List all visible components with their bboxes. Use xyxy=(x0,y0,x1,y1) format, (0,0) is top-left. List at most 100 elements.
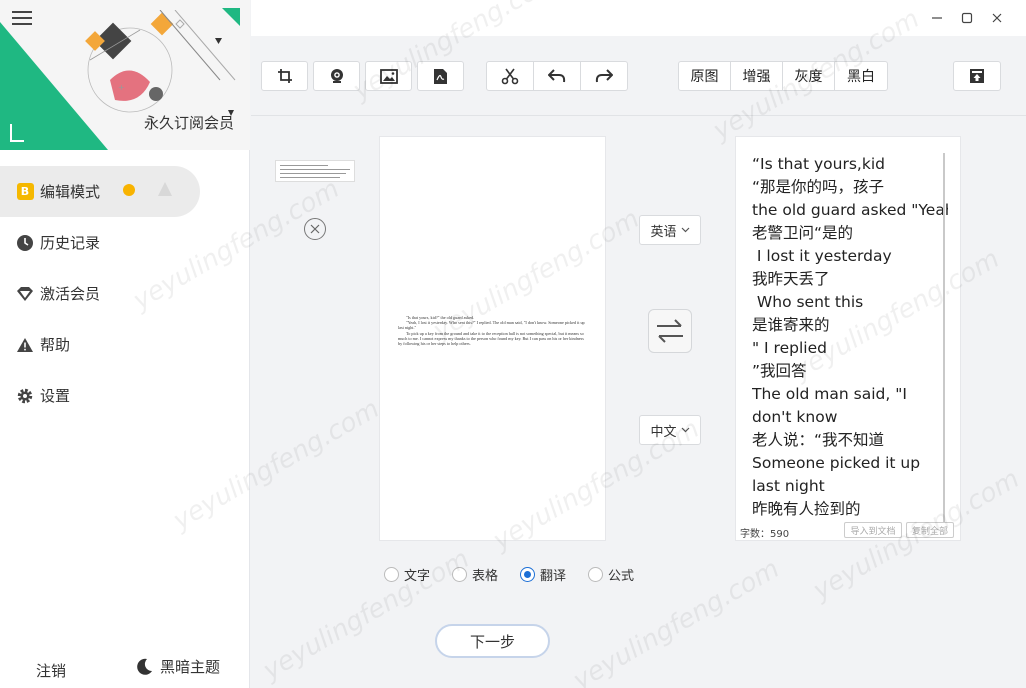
undo-button[interactable] xyxy=(533,61,581,91)
result-line: “那是你的吗，孩子 xyxy=(752,178,885,196)
import-to-document-button[interactable]: 导入到文档 xyxy=(844,522,902,538)
logout-button[interactable]: 注销 xyxy=(36,660,66,681)
mode-label: 公式 xyxy=(608,569,635,584)
result-line: 昨晚有人捡到的 xyxy=(752,500,861,518)
window-titlebar xyxy=(251,0,1026,36)
chevron-down-icon xyxy=(681,227,689,233)
close-window-icon[interactable] xyxy=(989,10,1005,26)
undo-icon xyxy=(548,69,566,83)
dark-theme-toggle[interactable]: 黑暗主题 xyxy=(134,656,220,677)
result-line: 老人说：“我不知道 xyxy=(752,431,885,449)
remove-page-icon[interactable] xyxy=(304,218,326,240)
minimize-icon[interactable] xyxy=(929,10,945,26)
clock-icon xyxy=(16,234,34,252)
copy-all-button[interactable]: 复制全部 xyxy=(906,522,954,538)
mode-radio-translate[interactable]: 翻译 xyxy=(520,565,566,584)
filter-grayscale-button[interactable]: 灰度 xyxy=(782,61,835,91)
mode-label: 表格 xyxy=(472,569,499,584)
result-line: Who sent this xyxy=(752,293,864,311)
mode-radio-formula[interactable]: 公式 xyxy=(588,565,634,584)
cut-button[interactable] xyxy=(486,61,534,91)
sidebar-item-settings[interactable]: 设置 xyxy=(0,370,250,421)
swap-languages-button[interactable] xyxy=(648,309,692,353)
target-language-select[interactable]: 中文 xyxy=(639,415,701,445)
result-line: 是谁寄来的 xyxy=(752,316,830,334)
redo-icon xyxy=(595,69,613,83)
result-line: The old man said, "I don't know xyxy=(752,385,907,426)
badge-letter: B xyxy=(16,183,34,200)
maximize-icon[interactable] xyxy=(959,10,975,26)
svg-text:+: + xyxy=(118,83,125,92)
result-line: I lost it yesterday xyxy=(752,247,892,265)
toolbar: 原图 增强 灰度 黑白 xyxy=(251,36,1026,116)
gear-icon xyxy=(16,387,34,405)
pdf-icon xyxy=(434,68,447,84)
filter-enhance-button[interactable]: 增强 xyxy=(730,61,783,91)
redo-button[interactable] xyxy=(580,61,628,91)
sidebar-item-activate-vip[interactable]: 激活会员 xyxy=(0,268,250,319)
sidebar-nav: B 编辑模式 历史记录 激活会员 帮助 设置 xyxy=(0,166,250,421)
result-line: “Is that yours,kid xyxy=(752,155,885,173)
radio-indicator xyxy=(588,567,604,582)
radio-indicator xyxy=(452,567,468,582)
translation-text[interactable]: “Is that yours,kid “那是你的吗，孩子 the old gua… xyxy=(752,153,948,521)
chevron-down-icon xyxy=(681,427,689,433)
cut-icon xyxy=(501,68,519,85)
result-line: the old guard asked "Yeah xyxy=(752,201,948,219)
menu-hamburger-icon[interactable] xyxy=(12,11,32,25)
radio-indicator-selected xyxy=(520,567,536,582)
filter-original-button[interactable]: 原图 xyxy=(678,61,731,91)
sidebar-item-history[interactable]: 历史记录 xyxy=(0,217,250,268)
mode-radio-text[interactable]: 文字 xyxy=(384,565,430,584)
document-text: "Is that yours, kid?" the old guard aske… xyxy=(398,315,588,346)
sidebar-item-label: 帮助 xyxy=(40,336,71,354)
thumb-line xyxy=(280,177,340,178)
filter-label: 黑白 xyxy=(847,69,875,85)
result-scrollbar[interactable] xyxy=(943,153,945,523)
crop-icon xyxy=(277,69,292,83)
dark-theme-label: 黑暗主题 xyxy=(160,658,221,676)
source-language-select[interactable]: 英语 xyxy=(639,215,701,245)
sidebar-header: + 永久订阅会员 xyxy=(0,0,250,150)
source-language-value: 英语 xyxy=(650,224,677,240)
mode-radio-table[interactable]: 表格 xyxy=(452,565,498,584)
sidebar-item-edit-mode[interactable]: B 编辑模式 xyxy=(0,166,200,217)
filter-label: 增强 xyxy=(742,69,771,85)
warning-triangle-icon xyxy=(16,336,34,354)
export-button[interactable] xyxy=(953,61,1001,91)
filter-label: 原图 xyxy=(690,69,719,85)
page-thumbnail[interactable] xyxy=(275,160,355,182)
char-count: 字数：590 xyxy=(740,529,790,540)
result-line: ”我回答 xyxy=(752,362,807,380)
thumb-line xyxy=(280,165,328,166)
result-line: 我昨天丢了 xyxy=(752,270,830,288)
result-line: " I replied xyxy=(752,339,827,357)
app-logo-icon xyxy=(10,124,24,142)
moon-icon xyxy=(137,658,152,675)
diamond-icon xyxy=(16,285,34,303)
vip-status-text: 永久订阅会员 xyxy=(144,114,235,132)
pdf-button[interactable] xyxy=(417,61,464,91)
camera-button[interactable] xyxy=(313,61,360,91)
document-preview: "Is that yours, kid?" the old guard aske… xyxy=(379,136,606,541)
doc-paragraph: "Yeah, I lost it yesterday. Who sent thi… xyxy=(398,320,585,331)
translation-result-panel: “Is that yours,kid “那是你的吗，孩子 the old gua… xyxy=(735,136,961,541)
target-language-value: 中文 xyxy=(650,424,677,440)
filter-label: 灰度 xyxy=(794,69,823,85)
sidebar-item-label: 编辑模式 xyxy=(40,183,101,201)
image-icon xyxy=(379,68,398,84)
result-line: Someone picked it up last night xyxy=(752,454,921,495)
sidebar: + 永久订阅会员 B 编辑模式 历史记录 激活会员 帮助 设置 注销 黑暗主题 xyxy=(0,0,250,688)
camera-icon xyxy=(330,69,343,83)
radio-indicator xyxy=(384,567,399,582)
mode-label: 文字 xyxy=(404,569,431,584)
image-button[interactable] xyxy=(365,61,412,91)
filter-bw-button[interactable]: 黑白 xyxy=(834,61,888,91)
result-line: 老警卫问“是的 xyxy=(752,224,854,242)
sidebar-item-label: 历史记录 xyxy=(40,234,101,252)
crop-button[interactable] xyxy=(261,61,308,91)
sidebar-item-help[interactable]: 帮助 xyxy=(0,319,250,370)
next-step-button[interactable]: 下一步 xyxy=(435,624,550,658)
notification-dot xyxy=(123,184,135,196)
doc-paragraph: To pick up a key from the ground and tak… xyxy=(398,330,584,347)
